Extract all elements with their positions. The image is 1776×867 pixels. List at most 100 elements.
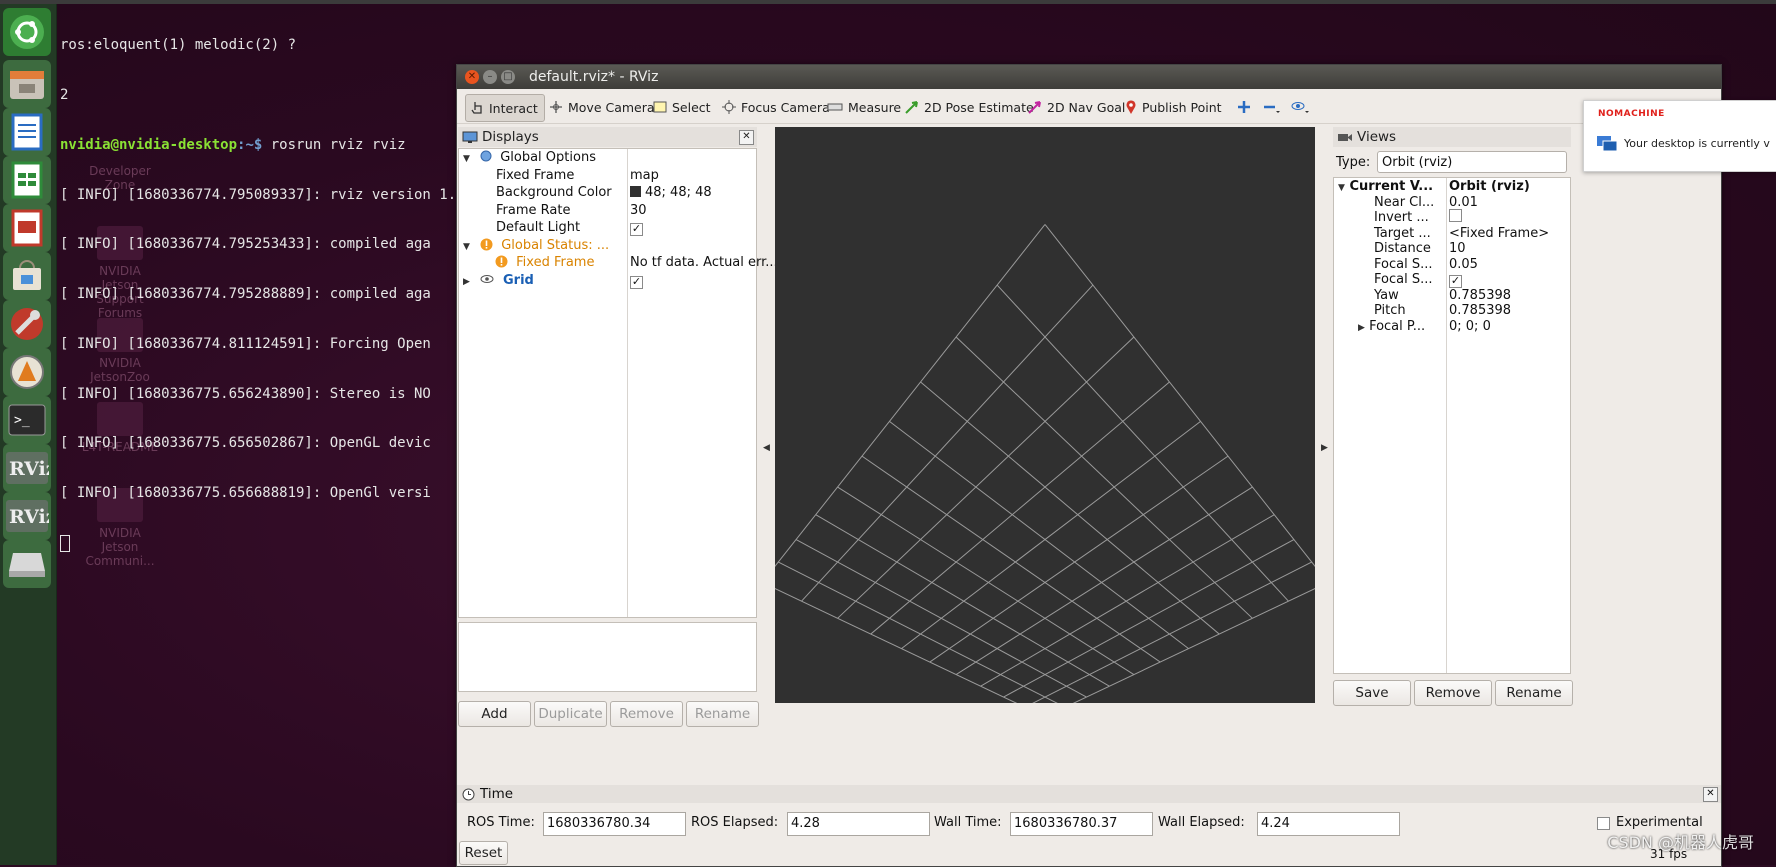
collapse-right-arrow-icon[interactable]: ▶ [1321, 443, 1328, 453]
settings-icon[interactable] [3, 300, 51, 348]
files-icon[interactable] [3, 60, 51, 108]
near-clip-value[interactable]: 0.01 [1449, 194, 1478, 211]
background-color-value[interactable]: 48; 48; 48 [630, 184, 712, 201]
yaw-label: Yaw [1374, 287, 1399, 303]
fixed-frame-value[interactable]: map [630, 167, 659, 184]
measure-tool-button[interactable]: Measure [827, 94, 901, 120]
ubuntu-logo-icon[interactable] [3, 8, 51, 56]
wall-elapsed-field[interactable]: 4.24 [1257, 812, 1400, 836]
drive-icon[interactable] [3, 540, 51, 588]
focus-camera-tool-button[interactable]: Focus Camera [722, 94, 830, 120]
software-center-icon[interactable] [3, 252, 51, 300]
focal-shape-fixed-checkbox[interactable]: ✓ [1449, 271, 1462, 288]
remove-tool-button[interactable] [1263, 94, 1286, 120]
nomachine-notification[interactable]: NOMACHINE Your desktop is currently v [1583, 100, 1776, 172]
default-light-label: Default Light [496, 220, 581, 235]
view-type-value: Orbit (rviz) [1382, 155, 1453, 170]
render-viewport[interactable] [775, 127, 1315, 703]
select-tool-button[interactable]: Select [653, 94, 711, 120]
grid-line [837, 486, 1135, 675]
tree-column-divider [1446, 178, 1447, 673]
tree-item-current-view[interactable]: ▼ Current V... [1338, 178, 1433, 195]
impress-icon[interactable] [3, 204, 51, 252]
expand-arrow-icon[interactable]: ▶ [1358, 320, 1365, 337]
remove-view-button[interactable]: Remove [1414, 680, 1492, 706]
ros-time-field[interactable]: 1680336780.34 [543, 812, 686, 836]
time-panel: Time ✕ ROS Time: 1680336780.34 ROS Elaps… [457, 785, 1721, 865]
experimental-label: Experimental [1616, 815, 1703, 830]
close-panel-button[interactable]: ✕ [1703, 787, 1718, 802]
expand-arrow-icon[interactable]: ▼ [463, 151, 470, 168]
warning-icon [480, 238, 493, 250]
global-status-label: Global Status: ... [501, 237, 610, 253]
interact-tool-button[interactable]: Interact [465, 94, 545, 122]
move-camera-tool-button[interactable]: Move Camera [549, 94, 655, 120]
near-clip-label: Near Cl... [1374, 194, 1435, 210]
view-options-button[interactable] [1291, 94, 1316, 120]
map-pin-icon [1126, 99, 1136, 114]
rename-button-label: Rename [694, 706, 751, 722]
description-area [458, 622, 757, 692]
pitch-value[interactable]: 0.785398 [1449, 302, 1511, 319]
rename-display-button[interactable]: Rename [686, 701, 759, 727]
views-tree[interactable]: ▼ Current V... Orbit (rviz) Near Cl... 0… [1333, 177, 1571, 674]
close-panel-button[interactable]: ✕ [739, 130, 754, 145]
nav-goal-tool-button[interactable]: 2D Nav Goal [1028, 94, 1125, 120]
add-display-button[interactable]: Add [458, 701, 531, 727]
minimize-window-button[interactable]: – [483, 70, 497, 84]
yaw-value[interactable]: 0.785398 [1449, 287, 1511, 304]
target-frame-value[interactable]: <Fixed Frame> [1449, 225, 1549, 242]
view-type-select[interactable]: Orbit (rviz) [1377, 151, 1567, 173]
collapse-left-arrow-icon[interactable]: ◀ [763, 443, 770, 453]
grid-label: Grid [502, 272, 534, 288]
updater-icon[interactable] [3, 348, 51, 396]
tree-item-fixed-frame-status[interactable]: Fixed Frame [495, 254, 594, 271]
rviz-icon[interactable]: RViz [3, 492, 51, 540]
wall-time-field[interactable]: 1680336780.37 [1010, 812, 1153, 836]
invert-checkbox[interactable] [1449, 209, 1462, 226]
global-options-label: Global Options [500, 150, 596, 165]
checkbox-unchecked[interactable] [1449, 209, 1462, 222]
calc-icon[interactable] [3, 156, 51, 204]
writer-icon[interactable] [3, 108, 51, 156]
terminal-icon[interactable]: >_ [3, 396, 51, 444]
pose-estimate-tool-button[interactable]: 2D Pose Estimate [905, 94, 1034, 120]
frame-rate-value[interactable]: 30 [630, 202, 647, 219]
publish-point-tool-button[interactable]: Publish Point [1125, 94, 1222, 120]
grid-line [870, 381, 1170, 635]
distance-value[interactable]: 10 [1449, 240, 1466, 257]
checkbox-checked[interactable]: ✓ [630, 223, 643, 236]
expand-arrow-icon[interactable]: ▶ [463, 274, 470, 291]
duplicate-display-button[interactable]: Duplicate [534, 701, 607, 727]
checkbox-checked[interactable]: ✓ [630, 275, 643, 289]
eye-icon [1291, 102, 1309, 113]
displays-tree[interactable]: ▼ Global Options Fixed Frame map Backgro… [458, 148, 778, 618]
ros-elapsed-field[interactable]: 4.28 [787, 812, 930, 836]
add-tool-button[interactable] [1237, 94, 1256, 120]
default-light-checkbox[interactable]: ✓ [630, 219, 643, 236]
save-view-button[interactable]: Save [1333, 680, 1411, 706]
nav-goal-label: 2D Nav Goal [1047, 99, 1126, 115]
window-titlebar[interactable]: ✕ – □ default.rviz* - RViz [457, 65, 1721, 89]
maximize-window-button[interactable]: □ [501, 70, 515, 84]
grid-line [955, 336, 1253, 619]
focal-shape-size-value[interactable]: 0.05 [1449, 256, 1478, 273]
close-window-button[interactable]: ✕ [465, 70, 479, 84]
tree-item-focal-point[interactable]: ▶ Focal P... [1358, 318, 1425, 335]
focal-point-label: Focal P... [1369, 318, 1426, 334]
focal-point-value[interactable]: 0; 0; 0 [1449, 318, 1491, 335]
focal-shape-fixed-label: Focal S... [1374, 272, 1433, 287]
tree-item-global-options[interactable]: ▼ Global Options [463, 149, 596, 166]
tree-item-global-status[interactable]: ▼ Global Status: ... [463, 237, 609, 254]
remove-display-button[interactable]: Remove [610, 701, 683, 727]
tree-item-grid[interactable]: ▶ Grid [463, 272, 534, 289]
reset-button[interactable]: Reset [459, 841, 508, 865]
current-view-label: Current V... [1349, 179, 1434, 194]
expand-arrow-icon[interactable]: ▼ [463, 239, 470, 256]
grid-line [955, 486, 1253, 675]
grid-enabled-checkbox[interactable]: ✓ [630, 272, 643, 289]
expand-arrow-icon[interactable]: ▼ [1338, 180, 1345, 197]
hand-pointer-icon [471, 102, 482, 114]
rviz-icon[interactable]: RViz [3, 444, 51, 492]
rename-view-button[interactable]: Rename [1495, 680, 1573, 706]
